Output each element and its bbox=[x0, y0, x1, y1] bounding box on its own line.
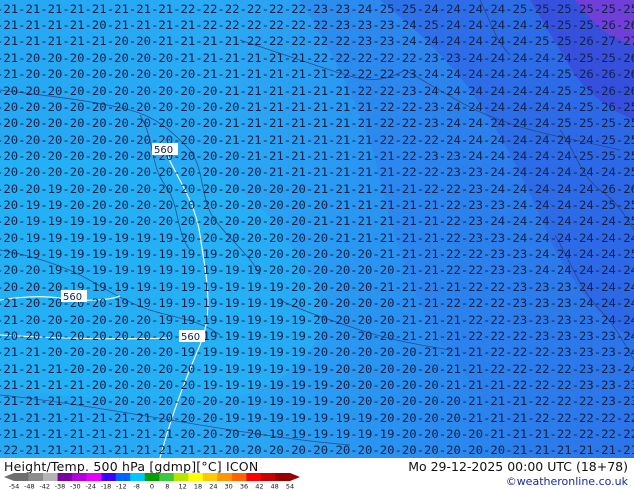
colorbar-tick-label: -12 bbox=[116, 483, 127, 490]
colorbar-swatch bbox=[217, 473, 233, 481]
svg-text:560: 560 bbox=[63, 292, 82, 303]
contour-label-1: 560 bbox=[152, 143, 178, 156]
colorbar-tick-label: 12 bbox=[179, 483, 187, 490]
temperature-row: -20-20-20-20-20-20-20-20-19-19-19-19-19-… bbox=[0, 330, 634, 343]
colorbar-tick-label: 24 bbox=[209, 483, 217, 490]
map-footer: Height/Temp. 500 hPa [gdmp][°C] ICON Mo … bbox=[0, 458, 634, 490]
colorbar-swatch bbox=[144, 473, 160, 481]
temperature-row: -20-19-19-19-19-19-19-19-19-19-20-20-20-… bbox=[0, 248, 634, 261]
colorbar-swatch bbox=[72, 473, 87, 481]
temperature-row: -21-21-21-21-20-20-20-20-20-19-19-19-19-… bbox=[0, 379, 634, 392]
temperature-row: -21-21-21-21-21-21-21-21-20-20-20-20-19-… bbox=[0, 428, 634, 441]
temperature-row: -21-20-20-20-20-20-20-20-20-21-21-21-21-… bbox=[0, 68, 634, 81]
temperature-row: -20-20-20-20-20-20-20-20-20-20-21-21-21-… bbox=[0, 117, 634, 130]
temperature-row: -20-19-19-20-20-20-20-20-20-20-20-20-20-… bbox=[0, 199, 634, 212]
colorbar-tick-label: 18 bbox=[194, 483, 202, 490]
colorbar-swatch bbox=[231, 473, 247, 481]
colorbar-tick-label: -8 bbox=[133, 483, 139, 490]
temperature-row: -20-20-20-20-20-20-20-20-20-20-20-21-21-… bbox=[0, 150, 634, 163]
colorbar-swatch bbox=[202, 473, 218, 481]
credit-link[interactable]: ©weatheronline.co.uk bbox=[506, 475, 628, 488]
colorbar-tick-label: -24 bbox=[85, 483, 96, 490]
temperature-row: -20-20-19-20-20-20-20-20-20-20-20-20-20-… bbox=[0, 183, 634, 196]
svg-text:560: 560 bbox=[181, 332, 200, 343]
temperature-row: -20-20-19-19-19-19-19-19-19-19-19-19-20-… bbox=[0, 264, 634, 277]
colorbar-swatch bbox=[14, 473, 29, 481]
colorbar-tick-label: 8 bbox=[165, 483, 169, 490]
colorbar-swatch bbox=[275, 473, 291, 481]
temperature-row: -20-20-20-20-20-20-20-20-20-20-21-21-21-… bbox=[0, 134, 634, 147]
colorbar-tick-label: 48 bbox=[271, 483, 279, 490]
temperature-row: -21-21-21-21-21-20-20-21-21-21-21-22-22-… bbox=[0, 35, 634, 48]
temperature-row: -21-20-20-20-20-19-19-19-19-19-19-19-19-… bbox=[0, 297, 634, 310]
temperature-row: -20-20-20-20-20-20-20-20-20-20-20-20-21-… bbox=[0, 166, 634, 179]
colorbar-swatch bbox=[28, 473, 44, 481]
colorbar-tick-label: -48 bbox=[24, 483, 35, 490]
valid-time: Mo 29-12-2025 00:00 UTC (18+78) bbox=[408, 459, 628, 474]
colorbar-tick-label: 0 bbox=[150, 483, 154, 490]
temperature-row: -21-21-21-21-20-20-20-20-20-20-20-19-19-… bbox=[0, 395, 634, 408]
colorbar-tick-label: -30 bbox=[70, 483, 81, 490]
contour-label-3: 560 bbox=[179, 330, 205, 343]
colorbar-swatch bbox=[188, 473, 204, 481]
temperature-row: -21-21-21-20-20-20-20-20-20-19-19-19-19-… bbox=[0, 363, 634, 376]
temperature-row: -21-21-20-20-20-20-20-20-19-19-19-19-19-… bbox=[0, 346, 634, 359]
temperature-row: -21-21-21-21-21-21-21-21-22-22-22-22-22-… bbox=[0, 3, 634, 16]
colorbar-tick-label: 42 bbox=[255, 483, 263, 490]
colorbar-swatch bbox=[246, 473, 262, 481]
colorbar-arrow-right bbox=[290, 473, 300, 481]
temperature-row: -21-20-20-20-20-20-20-19-19-19-19-19-19-… bbox=[0, 314, 634, 327]
colorbar-swatch bbox=[101, 473, 116, 481]
colorbar-swatch bbox=[260, 473, 276, 481]
colorbar-arrow-left bbox=[4, 473, 14, 481]
colorbar-tick-label: 36 bbox=[240, 483, 248, 490]
weather-map: -21-21-21-21-21-21-21-21-22-22-22-22-22-… bbox=[0, 0, 634, 458]
temperature-row: -20-20-20-19-19-19-19-19-19-19-19-19-19-… bbox=[0, 281, 634, 294]
colorbar-tick-label: -54 bbox=[9, 483, 20, 490]
temperature-row: -20-19-19-19-19-20-20-20-20-20-20-20-20-… bbox=[0, 215, 634, 228]
temperature-row: -22-21-21-21-21-21-21-21-21-21-20-20-20-… bbox=[0, 444, 634, 457]
colorbar-tick-label: 30 bbox=[225, 483, 233, 490]
colorbar-tick-label: -38 bbox=[55, 483, 66, 490]
colorbar-tick-label: 54 bbox=[286, 483, 294, 490]
colorbar-swatches bbox=[4, 473, 300, 481]
colorbar-swatch bbox=[159, 473, 175, 481]
temperature-row: -21-21-21-21-21-21-21-20-20-20-19-19-19-… bbox=[0, 412, 634, 425]
temperature-row: -20-19-19-19-19-19-19-19-20-20-20-20-20-… bbox=[0, 232, 634, 245]
colorbar-swatch bbox=[57, 473, 73, 481]
temperature-row: -21-20-20-20-20-20-20-20-21-21-21-21-21-… bbox=[0, 52, 634, 65]
colorbar-ticks: -54 -48 -42 -38 -30 -24 -18 -12 -8 0 8 12 18 24 30 36 42… bbox=[9, 483, 294, 490]
colorbar-tick-label: -18 bbox=[101, 483, 112, 490]
map-title: Height/Temp. 500 hPa [gdmp][°C] ICON bbox=[4, 459, 259, 474]
colorbar-swatch bbox=[43, 473, 58, 481]
colorbar-swatch bbox=[115, 473, 131, 481]
temperature-row: -20-20-20-20-20-20-20-20-20-20-21-21-21-… bbox=[0, 85, 634, 98]
temperature-row: -20-20-20-20-20-20-20-20-20-20-20-21-21-… bbox=[0, 101, 634, 114]
colorbar-swatch bbox=[86, 473, 102, 481]
temperature-colorbar: -54 -48 -42 -38 -30 -24 -18 -12 -8 0 8 12 18 24 30 36 42… bbox=[4, 473, 300, 490]
svg-text:560: 560 bbox=[154, 145, 173, 156]
colorbar-swatch bbox=[173, 473, 189, 481]
colorbar-swatch bbox=[130, 473, 146, 481]
temperature-row: -21-21-21-21-20-21-21-21-21-22-22-22-22-… bbox=[0, 19, 634, 32]
colorbar-tick-label: -42 bbox=[39, 483, 50, 490]
contour-label-2: 560 bbox=[61, 290, 87, 303]
